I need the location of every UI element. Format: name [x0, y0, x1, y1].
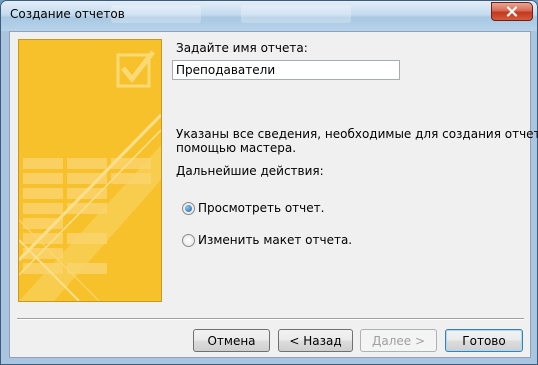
- close-button[interactable]: [491, 2, 533, 21]
- cancel-button[interactable]: Отмена: [193, 329, 270, 352]
- button-separator: [17, 318, 524, 320]
- radio-modify-layout[interactable]: Изменить макет отчета.: [182, 233, 352, 247]
- close-icon: [506, 6, 518, 17]
- title-bar[interactable]: Создание отчетов: [1, 1, 537, 31]
- wizard-banner-image: [18, 39, 162, 302]
- next-button: Далее >: [360, 329, 437, 352]
- radio-modify-label: Изменить макет отчета.: [198, 233, 353, 247]
- radio-button-unselected[interactable]: [182, 233, 195, 247]
- info-text-line2: помощью мастера.: [176, 141, 297, 155]
- info-text-line1: Указаны все сведения, необходимые для со…: [176, 127, 538, 141]
- dialog-window: Создание отчетов Задайте имя отчета: Пре…: [0, 0, 538, 365]
- window-title: Создание отчетов: [10, 7, 125, 21]
- dialog-client-area: Задайте имя отчета: Указаны все сведения…: [9, 31, 538, 358]
- next-actions-label: Дальнейшие действия:: [176, 164, 324, 178]
- report-name-input[interactable]: [172, 60, 400, 80]
- back-button[interactable]: < Назад: [278, 329, 353, 352]
- finish-button[interactable]: Готово: [445, 329, 523, 352]
- radio-preview-report[interactable]: Просмотреть отчет.: [182, 201, 324, 215]
- report-name-label: Задайте имя отчета:: [176, 41, 308, 55]
- background-window-ghost: [241, 5, 351, 23]
- radio-button-selected[interactable]: [182, 201, 195, 215]
- radio-preview-label: Просмотреть отчет.: [198, 201, 325, 215]
